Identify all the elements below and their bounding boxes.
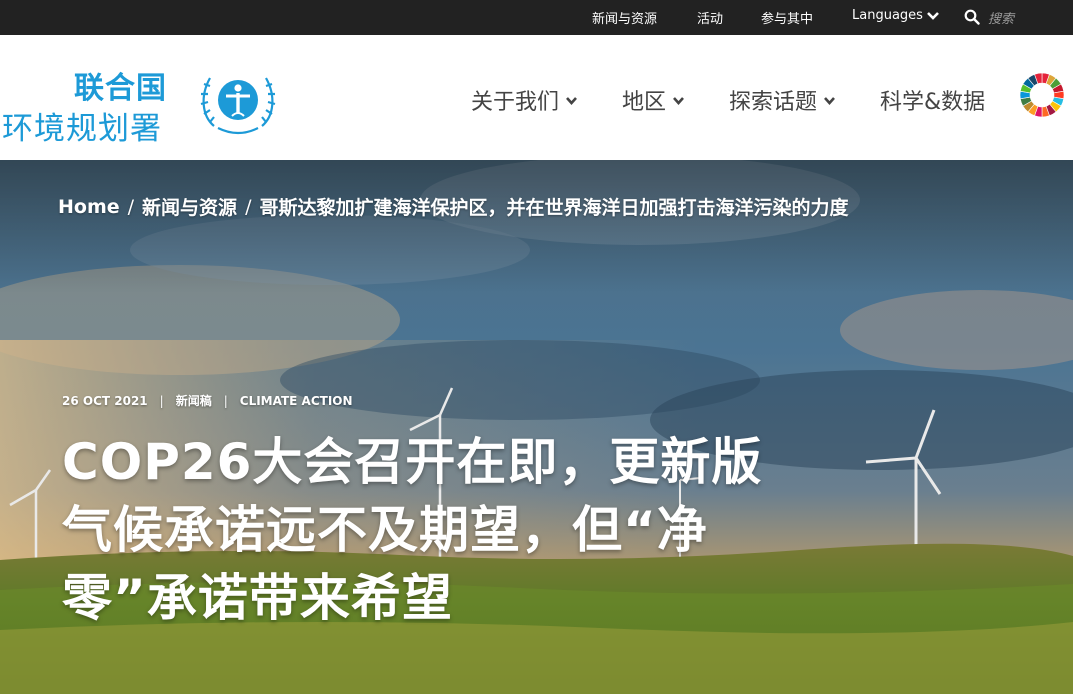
chevron-down-icon [824, 96, 835, 105]
chevron-down-icon[interactable] [926, 10, 940, 22]
breadcrumb-separator: / [127, 195, 135, 218]
nav-regions[interactable]: 地区 [622, 84, 685, 116]
article-topic-link[interactable]: CLIMATE ACTION [240, 394, 353, 408]
nav-label: 科学&数据 [880, 90, 986, 115]
breadcrumb-separator: / [245, 195, 252, 218]
breadcrumb-news[interactable]: 新闻与资源 [142, 193, 237, 220]
article-meta: 26 OCT 2021 | 新闻稿 | CLIMATE ACTION [62, 392, 353, 409]
headline-line: COP26大会召开在即，更新版 [62, 433, 763, 491]
languages-dropdown[interactable]: Languages [852, 8, 923, 23]
search-input[interactable]: 搜索 [988, 8, 1014, 27]
search-icon[interactable] [964, 9, 980, 25]
site-header: 联合国 环境规划署 关于我们 地区 探索话题 科学&数据 [0, 35, 1073, 160]
breadcrumb-home[interactable]: Home [58, 196, 120, 218]
article-type-link[interactable]: 新闻稿 [176, 392, 212, 409]
nav-science-data[interactable]: 科学&数据 [880, 84, 985, 116]
nav-label: 探索话题 [729, 90, 818, 115]
meta-separator: | [159, 393, 164, 408]
topbar-link-news[interactable]: 新闻与资源 [592, 8, 657, 27]
nav-label: 关于我们 [471, 90, 560, 115]
chevron-down-icon [673, 96, 684, 105]
top-utility-bar: 新闻与资源 活动 参与其中 Languages 搜索 [0, 0, 1073, 35]
sdg-wheel-icon[interactable] [1019, 72, 1065, 118]
nav-about-us[interactable]: 关于我们 [471, 84, 578, 116]
nav-label: 地区 [622, 90, 667, 115]
article-headline: COP26大会召开在即，更新版 气候承诺远不及期望，但“净 零”承诺带来希望 [62, 428, 802, 632]
logo-text-line2[interactable]: 环境规划署 [2, 103, 162, 148]
unep-emblem-logo[interactable] [196, 66, 280, 138]
headline-line: 零”承诺带来希望 [62, 569, 453, 627]
breadcrumb-current: 哥斯达黎加扩建海洋保护区，并在世界海洋日加强打击海洋污染的力度 [259, 197, 849, 219]
topbar-link-get-involved[interactable]: 参与其中 [761, 8, 813, 27]
breadcrumb: Home / 新闻与资源 / 哥斯达黎加扩建海洋保护区，并在世界海洋日加强打击海… [58, 193, 848, 220]
article-date: 26 OCT 2021 [62, 393, 148, 408]
topbar-link-events[interactable]: 活动 [697, 8, 723, 27]
chevron-down-icon [566, 96, 577, 105]
hero-banner: Home / 新闻与资源 / 哥斯达黎加扩建海洋保护区，并在世界海洋日加强打击海… [0, 160, 1073, 694]
meta-separator: | [223, 393, 228, 408]
headline-line: 气候承诺远不及期望，但“净 [62, 501, 708, 559]
logo-text-line1[interactable]: 联合国 [74, 63, 167, 107]
nav-explore-topics[interactable]: 探索话题 [729, 84, 836, 116]
